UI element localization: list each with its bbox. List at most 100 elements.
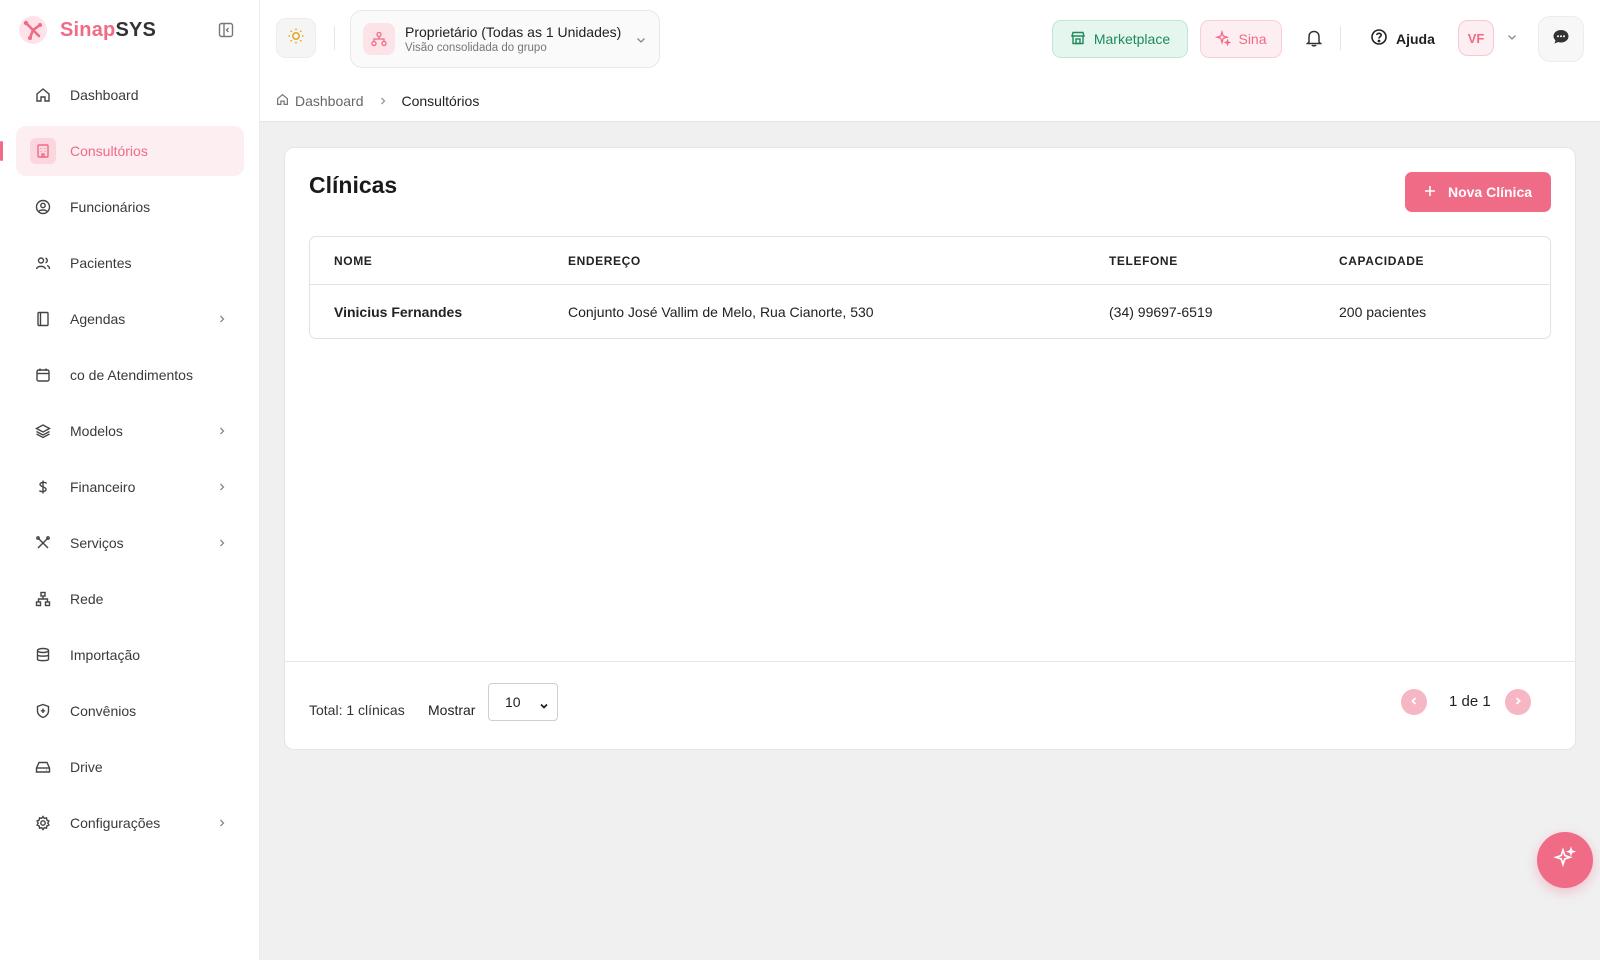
sidebar-item-label: Agendas — [70, 311, 126, 327]
cell-endereco: Conjunto José Vallim de Melo, Rua Cianor… — [568, 303, 874, 320]
chevron-right-icon — [214, 423, 230, 439]
sidebar-item-label: Drive — [70, 759, 103, 775]
sidebar-nav: Dashboard Consultórios Funcionários Paci… — [0, 70, 244, 854]
sun-icon — [287, 27, 305, 50]
network-icon — [30, 586, 56, 612]
sidebar-item-label: Convênios — [70, 703, 137, 719]
help-button[interactable]: Ajuda — [1370, 28, 1435, 49]
brand-name: SinapSYS — [60, 18, 157, 41]
ai-assistant-button[interactable] — [1537, 832, 1593, 888]
chat-button[interactable] — [1538, 16, 1584, 62]
database-icon — [30, 642, 56, 668]
sidebar-item-importacao[interactable]: Importação — [16, 630, 244, 680]
sidebar-item-label: Serviços — [70, 535, 124, 551]
sparkles-icon — [1553, 845, 1577, 875]
breadcrumb-current: Consultórios — [401, 92, 480, 109]
marketplace-button[interactable]: Marketplace — [1052, 20, 1188, 58]
chevron-right-icon — [214, 311, 230, 327]
chevron-right-icon — [1513, 693, 1523, 711]
theme-toggle-button[interactable] — [276, 18, 316, 58]
sidebar-item-financeiro[interactable]: Financeiro — [16, 462, 244, 512]
breadcrumb-home[interactable]: Dashboard — [276, 93, 364, 109]
new-clinic-button[interactable]: Nova Clínica — [1405, 172, 1551, 212]
sidebar-item-atendimentos[interactable]: co de Atendimentos — [16, 350, 244, 400]
sidebar-item-servicos[interactable]: Serviços — [16, 518, 244, 568]
drive-icon — [30, 754, 56, 780]
sidebar-item-rede[interactable]: Rede — [16, 574, 244, 624]
pagination-status: 1 de 1 — [1449, 693, 1491, 710]
breadcrumb: Dashboard Consultórios — [260, 80, 1600, 122]
unit-title: Proprietário (Todas as 1 Unidades) — [405, 24, 622, 40]
org-chart-icon — [363, 23, 395, 55]
previous-page-button[interactable] — [1401, 689, 1427, 715]
chevron-down-icon — [539, 698, 549, 714]
table-row[interactable]: Vinicius Fernandes Conjunto José Vallim … — [310, 285, 1550, 338]
sidebar-item-label: Funcionários — [70, 199, 151, 215]
per-page-select[interactable]: 10 — [488, 683, 558, 721]
chevron-right-icon — [214, 535, 230, 551]
dollar-icon — [30, 474, 56, 500]
sidebar-item-label: Dashboard — [70, 87, 139, 103]
sidebar-item-pacientes[interactable]: Pacientes — [16, 238, 244, 288]
page-title: Clínicas — [309, 172, 398, 198]
clinics-card: Clínicas Nova Clínica NOME ENDEREÇO TELE… — [284, 147, 1576, 750]
show-label: Mostrar — [428, 702, 476, 718]
column-header-endereco[interactable]: ENDEREÇO — [568, 254, 1109, 268]
sidebar-item-label: Pacientes — [70, 255, 132, 271]
cell-nome: Vinicius Fernandes — [334, 303, 463, 320]
users-icon — [30, 250, 56, 276]
cell-capacidade: 200 pacientes — [1339, 303, 1427, 320]
next-page-button[interactable] — [1505, 689, 1531, 715]
home-icon — [30, 82, 56, 108]
shield-icon — [30, 698, 56, 724]
user-circle-icon — [30, 194, 56, 220]
sidebar-item-modelos[interactable]: Modelos — [16, 406, 244, 456]
sidebar-item-agendas[interactable]: Agendas — [16, 294, 244, 344]
sidebar-item-consultorios[interactable]: Consultórios — [0, 126, 244, 176]
synapse-logo-icon — [16, 13, 50, 47]
sidebar-item-dashboard[interactable]: Dashboard — [16, 70, 244, 120]
new-clinic-label: Nova Clínica — [1447, 184, 1533, 200]
column-header-telefone[interactable]: TELEFONE — [1109, 254, 1339, 268]
column-header-nome[interactable]: NOME — [310, 254, 568, 268]
column-header-capacidade[interactable]: CAPACIDADE — [1339, 254, 1539, 268]
chevron-down-icon[interactable] — [1506, 30, 1518, 48]
gear-icon — [30, 810, 56, 836]
sidebar-item-label: Rede — [70, 591, 104, 607]
building-icon — [30, 138, 56, 164]
divider — [1340, 26, 1341, 50]
sidebar-item-convenios[interactable]: Convênios — [16, 686, 244, 736]
sina-label: Sina — [1238, 31, 1267, 47]
sidebar-item-drive[interactable]: Drive — [16, 742, 244, 792]
sidebar-item-label: co de Atendimentos — [70, 367, 193, 383]
avatar[interactable]: VF — [1458, 20, 1494, 56]
plus-icon — [1424, 184, 1436, 200]
chevron-down-icon — [635, 33, 647, 51]
sidebar-item-label: Configurações — [70, 815, 161, 831]
chat-bubble-icon — [1551, 27, 1571, 52]
divider — [334, 26, 335, 50]
sidebar-item-funcionarios[interactable]: Funcionários — [16, 182, 244, 232]
layers-icon — [30, 418, 56, 444]
marketplace-label: Marketplace — [1093, 31, 1171, 47]
unit-text: Proprietário (Todas as 1 Unidades) Visão… — [405, 24, 621, 54]
sparkles-icon — [1215, 29, 1233, 49]
sidebar-item-label: Importação — [70, 647, 141, 663]
chevron-left-icon — [1409, 693, 1419, 711]
sidebar-item-label: Modelos — [70, 423, 123, 439]
table-header: NOME ENDEREÇO TELEFONE CAPACIDADE — [310, 237, 1550, 285]
notifications-bell-icon[interactable] — [1304, 28, 1324, 53]
per-page-value: 10 — [505, 694, 521, 710]
home-icon — [276, 93, 289, 109]
breadcrumb-home-label: Dashboard — [295, 92, 364, 109]
sidebar-item-configuracoes[interactable]: Configurações — [16, 798, 244, 848]
brand[interactable]: SinapSYS — [16, 12, 156, 48]
sina-button[interactable]: Sina — [1200, 20, 1282, 58]
calendar-icon — [30, 362, 56, 388]
unit-selector[interactable]: Proprietário (Todas as 1 Unidades) Visão… — [350, 10, 660, 68]
sidebar-item-label: Consultórios — [70, 143, 148, 159]
topbar: Proprietário (Todas as 1 Unidades) Visão… — [260, 0, 1600, 80]
store-icon — [1070, 30, 1086, 49]
collapse-sidebar-icon[interactable] — [216, 20, 236, 40]
tools-icon — [30, 530, 56, 556]
